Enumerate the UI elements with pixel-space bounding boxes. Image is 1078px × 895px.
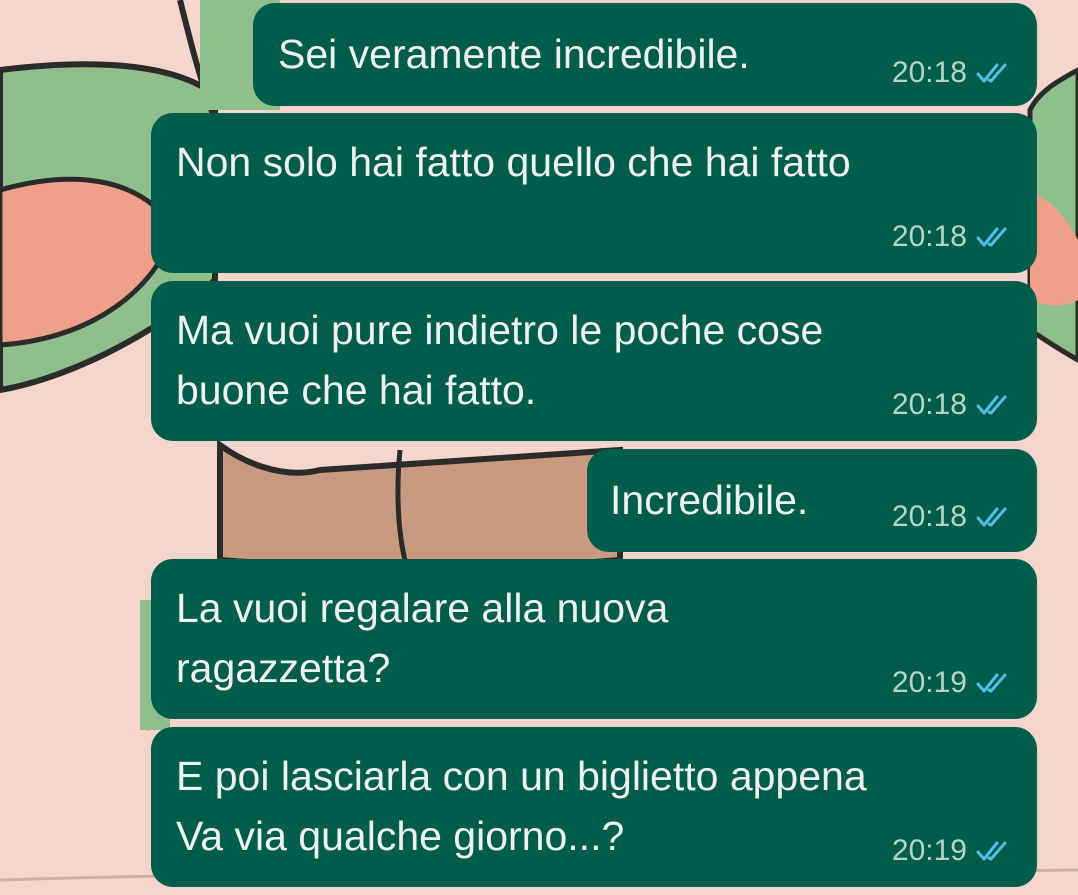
- message-text-line: Ma vuoi pure indietro le poche cose: [176, 307, 824, 353]
- message-bubble[interactable]: E poi lasciarla con un biglietto appena …: [151, 727, 1037, 887]
- message-time: 20:18: [891, 56, 967, 89]
- message-text-line: ragazzetta?: [176, 645, 391, 691]
- double-check-icon: [976, 841, 1007, 861]
- message-meta: 20:18: [892, 55, 1015, 91]
- double-check-icon: [976, 227, 1007, 247]
- message-bubble[interactable]: Incredibile. 20:18: [587, 449, 1037, 552]
- message-text-line: E poi lasciarla con un biglietto appena: [176, 753, 867, 799]
- message-time: 20:18: [891, 500, 967, 533]
- message-meta: 20:19: [892, 833, 1015, 869]
- message-bubble[interactable]: Non solo hai fatto quello che hai fatto …: [151, 113, 1037, 273]
- message-bubble[interactable]: Sei veramente incredibile. 20:18: [253, 3, 1037, 106]
- message-text-line: Non solo hai fatto quello che hai fatto: [176, 139, 851, 185]
- message-bubble[interactable]: La vuoi regalare alla nuova ragazzetta? …: [151, 559, 1037, 719]
- message-text-line: La vuoi regalare alla nuova: [176, 585, 669, 631]
- double-check-icon: [976, 63, 1007, 83]
- message-meta: 20:18: [892, 219, 1015, 255]
- message-text-line: Sei veramente incredibile.: [278, 31, 750, 77]
- double-check-icon: [976, 673, 1007, 693]
- message-text-line: Va via qualche giorno...?: [176, 813, 625, 859]
- double-check-icon: [976, 395, 1007, 415]
- message-time: 20:18: [891, 220, 967, 253]
- message-meta: 20:18: [892, 499, 1015, 535]
- message-text-line: buone che hai fatto.: [176, 367, 537, 413]
- message-meta: 20:19: [892, 665, 1015, 701]
- message-bubble[interactable]: Ma vuoi pure indietro le poche cose buon…: [151, 281, 1037, 441]
- message-time: 20:19: [891, 834, 967, 867]
- message-time: 20:19: [891, 666, 967, 699]
- message-text-line: Incredibile.: [610, 477, 809, 523]
- double-check-icon: [976, 507, 1007, 527]
- message-meta: 20:18: [892, 387, 1015, 423]
- message-time: 20:18: [891, 388, 967, 421]
